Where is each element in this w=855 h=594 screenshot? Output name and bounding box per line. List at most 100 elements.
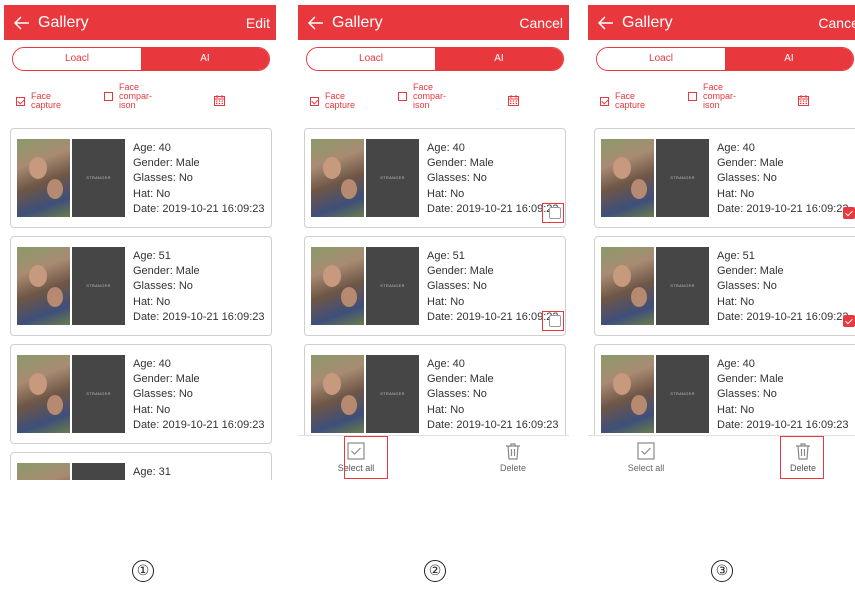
age-text: Age: 51 <box>133 250 171 262</box>
filter-face-capture[interactable]: Face capture <box>600 92 649 110</box>
face-thumbnail <box>601 139 654 217</box>
hat-text: Hat: No <box>717 187 755 200</box>
filter-face-capture-label: Face capture <box>31 91 62 110</box>
record-info: Age: 40 Gender: Male Glasses: No Hat: No… <box>717 357 849 433</box>
gender-text: Gender: Male <box>427 157 494 170</box>
date-text: Date: 2019-10-21 16:09:23 <box>427 418 559 431</box>
source-tabs: Loacl AI <box>596 47 854 71</box>
calendar-icon[interactable] <box>214 95 225 106</box>
age-text: Age: 40 <box>717 142 755 154</box>
edit-action-bar: Select all Delete <box>298 435 569 480</box>
face-thumbnail <box>311 139 364 217</box>
date-text: Date: 2019-10-21 16:09:23 <box>427 310 559 323</box>
app-header: Gallery Cancel <box>298 5 569 40</box>
record-card[interactable]: STRANGER Age: 40 Gender: Male Glasses: N… <box>10 128 272 228</box>
filter-row: Face capture Face compar- ison <box>588 77 855 123</box>
highlight-box <box>780 436 824 479</box>
tab-local[interactable]: Loacl <box>307 48 435 70</box>
stranger-thumbnail: STRANGER <box>656 247 709 325</box>
tab-ai[interactable]: AI <box>141 48 269 70</box>
hat-text: Hat: No <box>717 403 755 416</box>
stranger-thumbnail: STRANGER <box>656 355 709 433</box>
checkbox-icon[interactable] <box>688 92 697 101</box>
filter-face-capture[interactable]: Face capture <box>310 92 359 110</box>
select-all-button[interactable]: Select all <box>616 442 676 473</box>
tab-ai[interactable]: AI <box>725 48 853 70</box>
record-card[interactable]: STRANGER Age: 40 Gender: Male Glasses: N… <box>594 128 855 228</box>
filter-face-capture[interactable]: Face capture <box>16 92 65 110</box>
record-card[interactable]: STRANGER Age: 51 Gender: Male Glasses: N… <box>594 236 855 336</box>
tab-local[interactable]: Loacl <box>13 48 141 70</box>
record-card[interactable]: STRANGER Age: 40 Gender: Male Glasses: N… <box>10 344 272 444</box>
record-info: Age: 31 <box>133 465 171 480</box>
date-text: Date: 2019-10-21 16:09:23 <box>717 418 849 431</box>
select-all-label: Select all <box>627 463 665 473</box>
date-text: Date: 2019-10-21 16:09:23 <box>427 202 559 215</box>
app-header: Gallery Cancel <box>588 5 855 40</box>
date-text: Date: 2019-10-21 16:09:23 <box>717 202 849 215</box>
stranger-thumbnail: STRANGER <box>72 139 125 217</box>
checkbox-checked-icon[interactable] <box>16 96 25 106</box>
glasses-text: Glasses: No <box>427 172 487 185</box>
record-card[interactable]: STRANGER Age: 51 Gender: Male Glasses: N… <box>10 236 272 336</box>
record-card[interactable]: STRANGER Age: 51 Gender: Male Glasses: N… <box>304 236 566 336</box>
face-thumbnail <box>17 355 70 433</box>
record-info: Age: 40 Gender: Male Glasses: No Hat: No… <box>133 357 265 433</box>
tab-ai[interactable]: AI <box>435 48 563 70</box>
record-info: Age: 51 Gender: Male Glasses: No Hat: No… <box>133 249 265 325</box>
source-tabs: Loacl AI <box>12 47 270 71</box>
record-card[interactable]: STRANGER Age: 40 Gender: Male Glasses: N… <box>304 344 566 444</box>
tab-local[interactable]: Loacl <box>597 48 725 70</box>
selected-checkbox-icon[interactable] <box>843 315 855 327</box>
screen-gallery-edit: Gallery Cancel Loacl AI Face capture Fac… <box>298 5 569 480</box>
gender-text: Gender: Male <box>427 265 494 278</box>
filter-face-comparison[interactable]: Face compar- ison <box>104 83 155 110</box>
record-card[interactable]: STRANGER Age: 40 Gender: Male Glasses: N… <box>304 128 566 228</box>
checkbox-icon[interactable] <box>104 92 113 101</box>
record-info: Age: 40 Gender: Male Glasses: No Hat: No… <box>427 141 559 217</box>
record-card[interactable]: STRANGER Age: 40 Gender: Male Glasses: N… <box>594 344 855 444</box>
checkbox-checked-icon[interactable] <box>310 96 319 106</box>
back-arrow-icon[interactable] <box>596 13 616 33</box>
record-list: STRANGER Age: 40 Gender: Male Glasses: N… <box>4 128 276 480</box>
gender-text: Gender: Male <box>717 157 784 170</box>
stranger-thumbnail: STRANGER <box>72 355 125 433</box>
record-card[interactable]: Age: 31 <box>10 452 272 480</box>
stranger-thumbnail: STRANGER <box>366 247 419 325</box>
filter-row: Face capture Face compar- ison <box>298 77 569 123</box>
age-text: Age: 40 <box>427 142 465 154</box>
filter-face-capture-label: Face capture <box>615 91 646 110</box>
filter-face-comparison[interactable]: Face compar- ison <box>688 83 739 110</box>
glasses-text: Glasses: No <box>717 388 777 401</box>
record-list: STRANGER Age: 40 Gender: Male Glasses: N… <box>298 128 569 480</box>
edit-button[interactable]: Edit <box>246 15 270 31</box>
cancel-button[interactable]: Cancel <box>519 15 563 31</box>
record-list: STRANGER Age: 40 Gender: Male Glasses: N… <box>588 128 855 480</box>
back-arrow-icon[interactable] <box>306 13 326 33</box>
step-number-2: ② <box>424 560 446 582</box>
back-arrow-icon[interactable] <box>12 13 32 33</box>
filter-face-comparison[interactable]: Face compar- ison <box>398 83 449 110</box>
screen-gallery-browse: Gallery Edit Loacl AI Face capture Face … <box>4 5 276 480</box>
delete-label: Delete <box>499 463 526 473</box>
calendar-icon[interactable] <box>798 95 809 106</box>
hat-text: Hat: No <box>427 295 465 308</box>
checkbox-checked-icon[interactable] <box>600 96 609 106</box>
filter-row: Face capture Face compar- ison <box>4 77 276 123</box>
checkbox-icon[interactable] <box>398 92 407 101</box>
cancel-button[interactable]: Cancel <box>818 15 855 31</box>
page-title: Gallery <box>38 14 89 31</box>
hat-text: Hat: No <box>427 187 465 200</box>
calendar-icon[interactable] <box>508 95 519 106</box>
selected-checkbox-icon[interactable] <box>843 207 855 219</box>
highlight-box <box>344 436 388 479</box>
delete-button[interactable]: Delete <box>483 442 543 473</box>
record-info: Age: 40 Gender: Male Glasses: No Hat: No… <box>133 141 265 217</box>
step-number-1: ① <box>132 560 154 582</box>
glasses-text: Glasses: No <box>133 172 193 185</box>
face-thumbnail <box>601 355 654 433</box>
date-text: Date: 2019-10-21 16:09:23 <box>133 202 265 215</box>
step-number-3: ③ <box>711 560 733 582</box>
page-title: Gallery <box>332 14 383 31</box>
face-thumbnail <box>601 247 654 325</box>
